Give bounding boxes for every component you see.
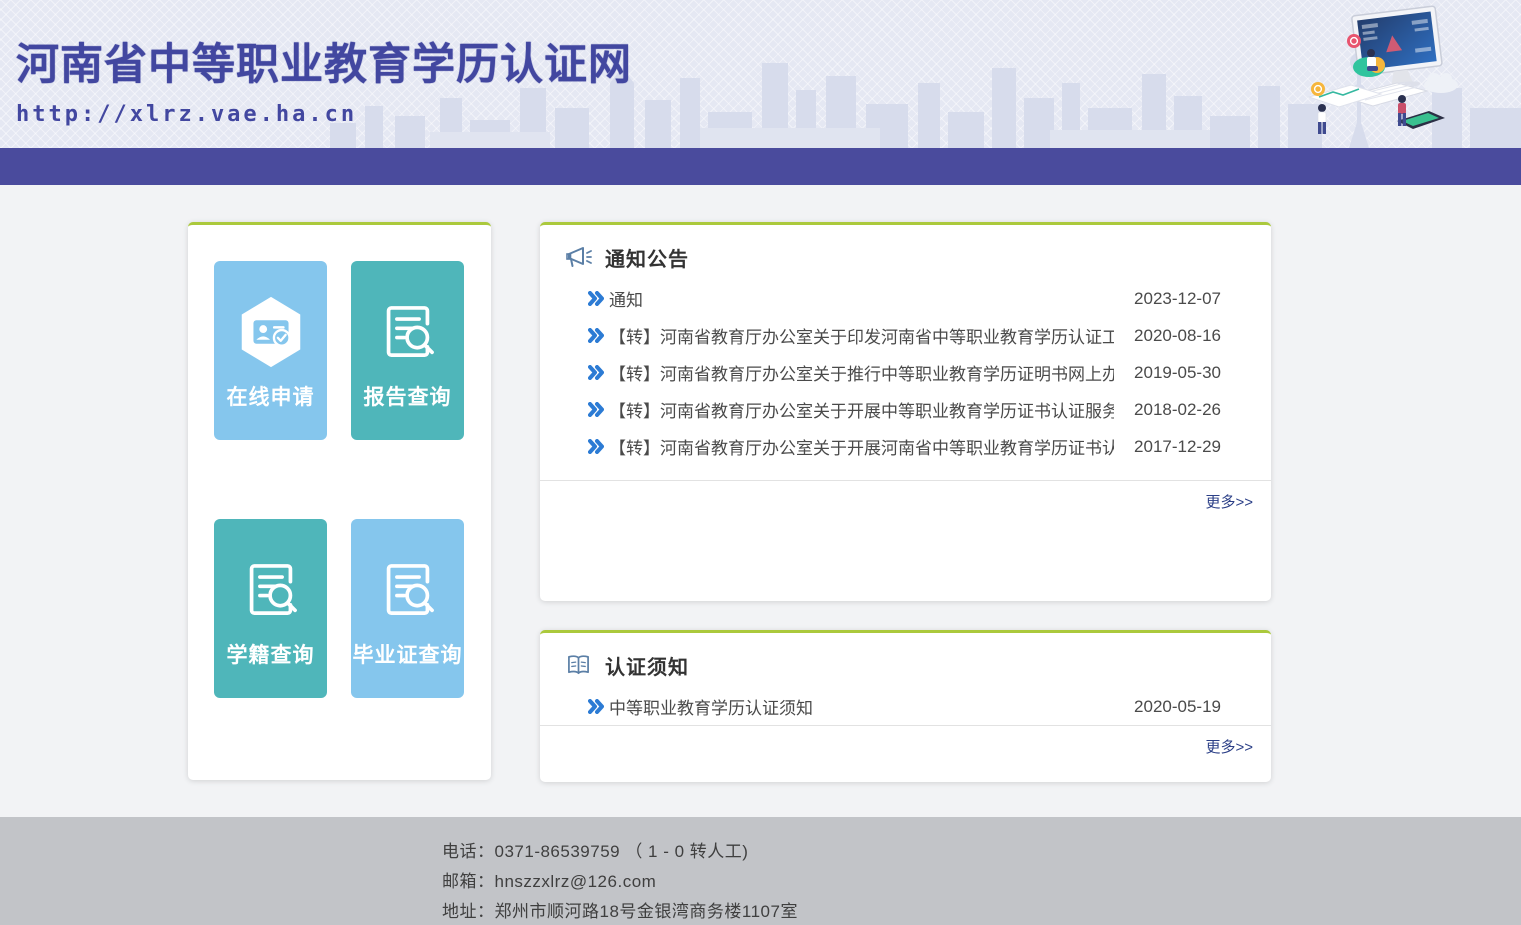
notice-item[interactable]: 【转】河南省教育厅办公室关于印发河南省中等职业教育学历认证工... 2020-0… xyxy=(540,317,1271,354)
notice-item[interactable]: 【转】河南省教育厅办公室关于推行中等职业教育学历证明书网上办... 2019-0… xyxy=(540,354,1271,391)
online-apply-label: 在线申请 xyxy=(227,381,315,411)
notice-date: 2020-08-16 xyxy=(1134,326,1221,346)
double-chevron-icon xyxy=(588,291,604,306)
student-status-query-label: 学籍查询 xyxy=(227,639,315,669)
notice-date: 2017-12-29 xyxy=(1134,437,1221,457)
instruction-item[interactable]: 中等职业教育学历认证须知 2020-05-19 xyxy=(540,688,1271,725)
open-book-icon xyxy=(565,653,593,679)
diploma-query-label: 毕业证查询 xyxy=(353,639,463,669)
page: 河南省中等职业教育学历认证网 http://xlrz.vae.ha.cn xyxy=(0,0,1521,925)
instructions-header: 认证须知 xyxy=(540,633,1271,680)
instructions-panel: 认证须知 中等职业教育学历认证须知 2020-05-19 更多>> xyxy=(540,630,1271,782)
notice-item[interactable]: 【转】河南省教育厅办公室关于开展中等职业教育学历证书认证服务... 2018-0… xyxy=(540,391,1271,428)
notice-item[interactable]: 【转】河南省教育厅办公室关于开展河南省中等职业教育学历证书认... 2017-1… xyxy=(540,428,1271,465)
footer-email-label: 邮箱： xyxy=(442,872,495,891)
footer-phone-label: 电话： xyxy=(442,842,495,861)
report-query-label: 报告查询 xyxy=(364,381,452,411)
instruction-date: 2020-05-19 xyxy=(1134,697,1221,717)
instruction-title[interactable]: 中等职业教育学历认证须知 xyxy=(609,694,1114,719)
footer-address-label: 地址： xyxy=(442,902,495,921)
header-illustration xyxy=(1301,5,1466,145)
double-chevron-icon xyxy=(588,439,604,454)
site-url: http://xlrz.vae.ha.cn xyxy=(16,102,632,127)
instructions-more-link[interactable]: 更多>> xyxy=(1205,739,1253,756)
student-status-query-button[interactable]: 学籍查询 xyxy=(214,519,327,698)
double-chevron-icon xyxy=(588,328,604,343)
footer-address-line: 地址：郑州市顺河路18号金银湾商务楼1107室 xyxy=(442,897,1521,925)
notice-title[interactable]: 【转】河南省教育厅办公室关于印发河南省中等职业教育学历认证工... xyxy=(609,323,1114,348)
notice-title[interactable]: 通知 xyxy=(609,286,1114,311)
megaphone-icon xyxy=(565,245,593,271)
footer-address-value: 郑州市顺河路18号金银湾商务楼1107室 xyxy=(495,902,798,921)
footer-email-value: hnszzxlrz@126.com xyxy=(495,872,657,891)
page-footer: 电话：0371-86539759 （ 1 - 0 转人工) 邮箱：hnszzxl… xyxy=(0,817,1521,925)
notices-title: 通知公告 xyxy=(605,243,689,272)
notice-title[interactable]: 【转】河南省教育厅办公室关于开展河南省中等职业教育学历证书认... xyxy=(609,434,1114,459)
site-header: 河南省中等职业教育学历认证网 http://xlrz.vae.ha.cn xyxy=(0,0,1521,148)
double-chevron-icon xyxy=(588,699,604,714)
diploma-query-button[interactable]: 毕业证查询 xyxy=(351,519,464,698)
notice-date: 2019-05-30 xyxy=(1134,363,1221,383)
instructions-title: 认证须知 xyxy=(605,651,689,680)
header-text: 河南省中等职业教育学历认证网 http://xlrz.vae.ha.cn xyxy=(16,30,632,127)
notice-title[interactable]: 【转】河南省教育厅办公室关于开展中等职业教育学历证书认证服务... xyxy=(609,397,1114,422)
instructions-more-row: 更多>> xyxy=(540,726,1271,757)
notices-panel: 通知公告 通知 2023-12-07 【转】河南省教育厅办公 xyxy=(540,222,1271,601)
notice-title[interactable]: 【转】河南省教育厅办公室关于推行中等职业教育学历证明书网上办... xyxy=(609,360,1114,385)
footer-phone-value: 0371-86539759 （ 1 - 0 转人工) xyxy=(495,842,749,861)
notices-more-link[interactable]: 更多>> xyxy=(1205,494,1253,511)
online-apply-button[interactable]: 在线申请 xyxy=(214,261,327,440)
notices-header: 通知公告 xyxy=(540,225,1271,272)
report-query-button[interactable]: 报告查询 xyxy=(351,261,464,440)
site-title: 河南省中等职业教育学历认证网 xyxy=(16,30,632,92)
quick-actions-panel: 在线申请 报告查询 xyxy=(188,222,491,780)
notice-date: 2018-02-26 xyxy=(1134,400,1221,420)
right-column: 通知公告 通知 2023-12-07 【转】河南省教育厅办公 xyxy=(540,222,1271,782)
id-card-hexagon-icon xyxy=(232,293,310,371)
double-chevron-icon xyxy=(588,402,604,417)
doc-search-icon xyxy=(369,293,447,371)
instructions-list: 中等职业教育学历认证须知 2020-05-19 xyxy=(540,688,1271,725)
notice-item[interactable]: 通知 2023-12-07 xyxy=(540,280,1271,317)
footer-phone-line: 电话：0371-86539759 （ 1 - 0 转人工) xyxy=(442,837,1521,867)
notice-date: 2023-12-07 xyxy=(1134,289,1221,309)
doc-search-icon xyxy=(369,551,447,629)
nav-bar xyxy=(0,148,1521,185)
doc-search-icon xyxy=(232,551,310,629)
notices-more-row: 更多>> xyxy=(540,481,1271,512)
footer-email-line: 邮箱：hnszzxlrz@126.com xyxy=(442,867,1521,897)
double-chevron-icon xyxy=(588,365,604,380)
main-content: 在线申请 报告查询 xyxy=(0,185,1521,817)
notices-list: 通知 2023-12-07 【转】河南省教育厅办公室关于印发河南省中等职业教育学… xyxy=(540,280,1271,465)
